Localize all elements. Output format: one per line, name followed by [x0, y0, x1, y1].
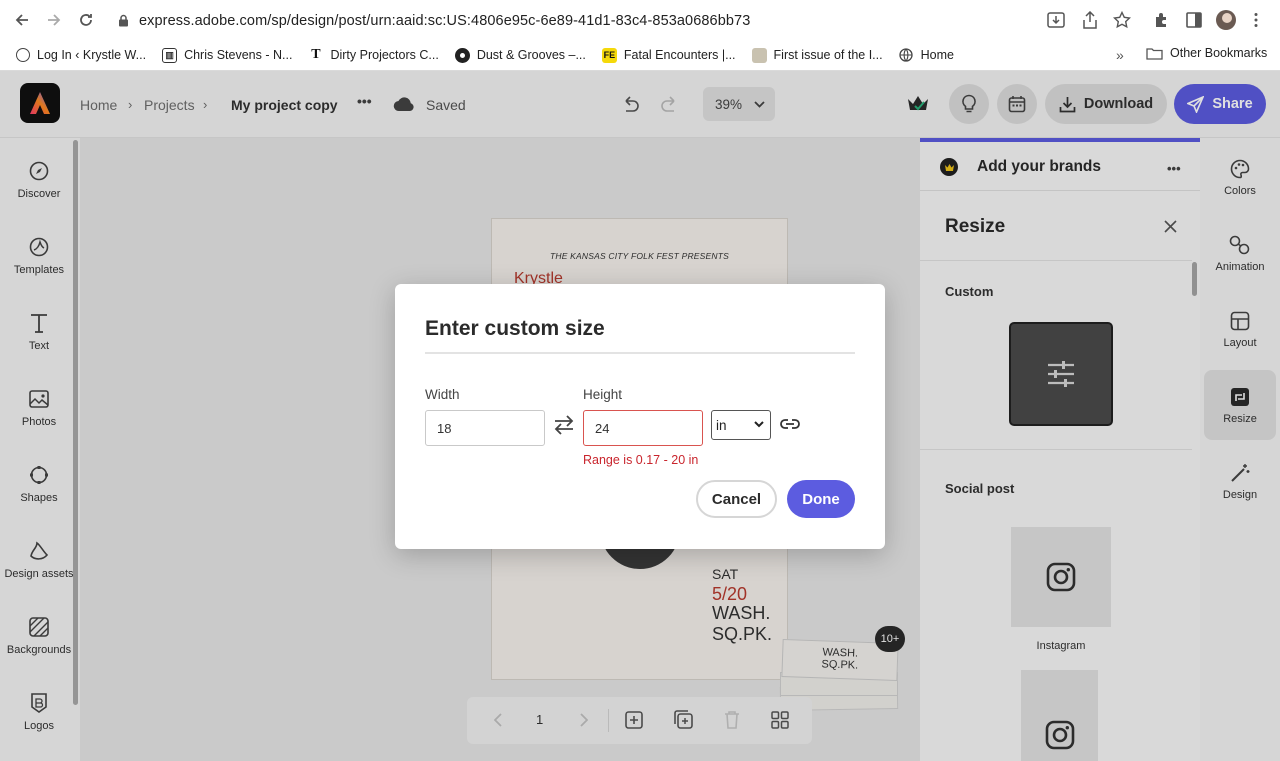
bookmark-label: Chris Stevens - N... [184, 48, 293, 62]
bookmark-item[interactable]: Log In ‹ Krystle W... [8, 48, 154, 62]
custom-size-dialog: Enter custom size Width 18 Height 24 in … [395, 284, 885, 549]
bookmark-item[interactable]: Dust & Grooves –... [447, 47, 594, 63]
other-bookmarks[interactable]: Other Bookmarks [1138, 46, 1275, 60]
bookmark-label: Home [920, 48, 954, 62]
lock-icon [118, 14, 129, 27]
bookmark-item[interactable]: T Dirty Projectors C... [300, 47, 446, 63]
width-label: Width [425, 387, 460, 402]
width-field[interactable]: 18 [425, 410, 545, 446]
dialog-divider [425, 352, 855, 354]
bookmark-label: Dust & Grooves –... [476, 48, 586, 62]
bookmark-item[interactable]: FE Fatal Encounters |... [594, 47, 744, 63]
cancel-button[interactable]: Cancel [696, 480, 777, 518]
bookmark-label: Fatal Encounters |... [623, 48, 736, 62]
bookmark-item[interactable]: First issue of the I... [744, 47, 891, 63]
site-icon: ▥ [162, 47, 178, 63]
side-panel-icon[interactable] [1186, 12, 1202, 28]
url-text: express.adobe.com/sp/design/post/urn:aai… [139, 12, 751, 29]
bookmark-item[interactable]: Home [891, 48, 962, 63]
browser-toolbar: express.adobe.com/sp/design/post/urn:aai… [0, 0, 1280, 40]
share-page-icon[interactable] [1082, 11, 1098, 29]
forward-icon[interactable] [39, 5, 69, 35]
bookmark-label: Dirty Projectors C... [330, 48, 439, 62]
fe-icon: FE [601, 47, 617, 63]
bookmark-label: Log In ‹ Krystle W... [37, 48, 147, 62]
address-bar[interactable]: express.adobe.com/sp/design/post/urn:aai… [108, 7, 1141, 34]
unit-value: in [716, 417, 727, 433]
bookmarks-bar: Log In ‹ Krystle W... ▥ Chris Stevens - … [0, 40, 1280, 71]
height-label: Height [583, 387, 623, 402]
height-field[interactable]: 24 [583, 410, 703, 446]
wordpress-icon [16, 48, 30, 62]
bookmark-item[interactable]: ▥ Chris Stevens - N... [154, 47, 300, 63]
profile-avatar[interactable] [1216, 10, 1236, 30]
dialog-title: Enter custom size [425, 317, 605, 340]
swap-dimensions-icon[interactable] [553, 415, 575, 435]
bookmark-star-icon[interactable] [1113, 11, 1131, 29]
chevron-down-icon [754, 421, 764, 428]
globe-icon [899, 48, 914, 63]
browser-menu-icon[interactable] [1253, 12, 1259, 28]
record-icon [454, 47, 470, 63]
unit-select[interactable]: in [711, 410, 771, 440]
image-favicon-icon [751, 47, 767, 63]
extensions-icon[interactable] [1153, 11, 1171, 29]
install-icon[interactable] [1047, 12, 1065, 28]
folder-icon [1146, 47, 1163, 60]
nyt-icon: T [311, 47, 321, 62]
range-error: Range is 0.17 - 20 in [583, 453, 699, 467]
done-button[interactable]: Done [787, 480, 855, 518]
bookmark-label: First issue of the I... [773, 48, 883, 62]
link-aspect-icon[interactable] [779, 416, 801, 432]
reload-icon[interactable] [71, 5, 101, 35]
other-bookmarks-label: Other Bookmarks [1170, 46, 1268, 60]
bookmarks-overflow-icon[interactable]: » [1116, 47, 1124, 63]
back-icon[interactable] [7, 5, 37, 35]
